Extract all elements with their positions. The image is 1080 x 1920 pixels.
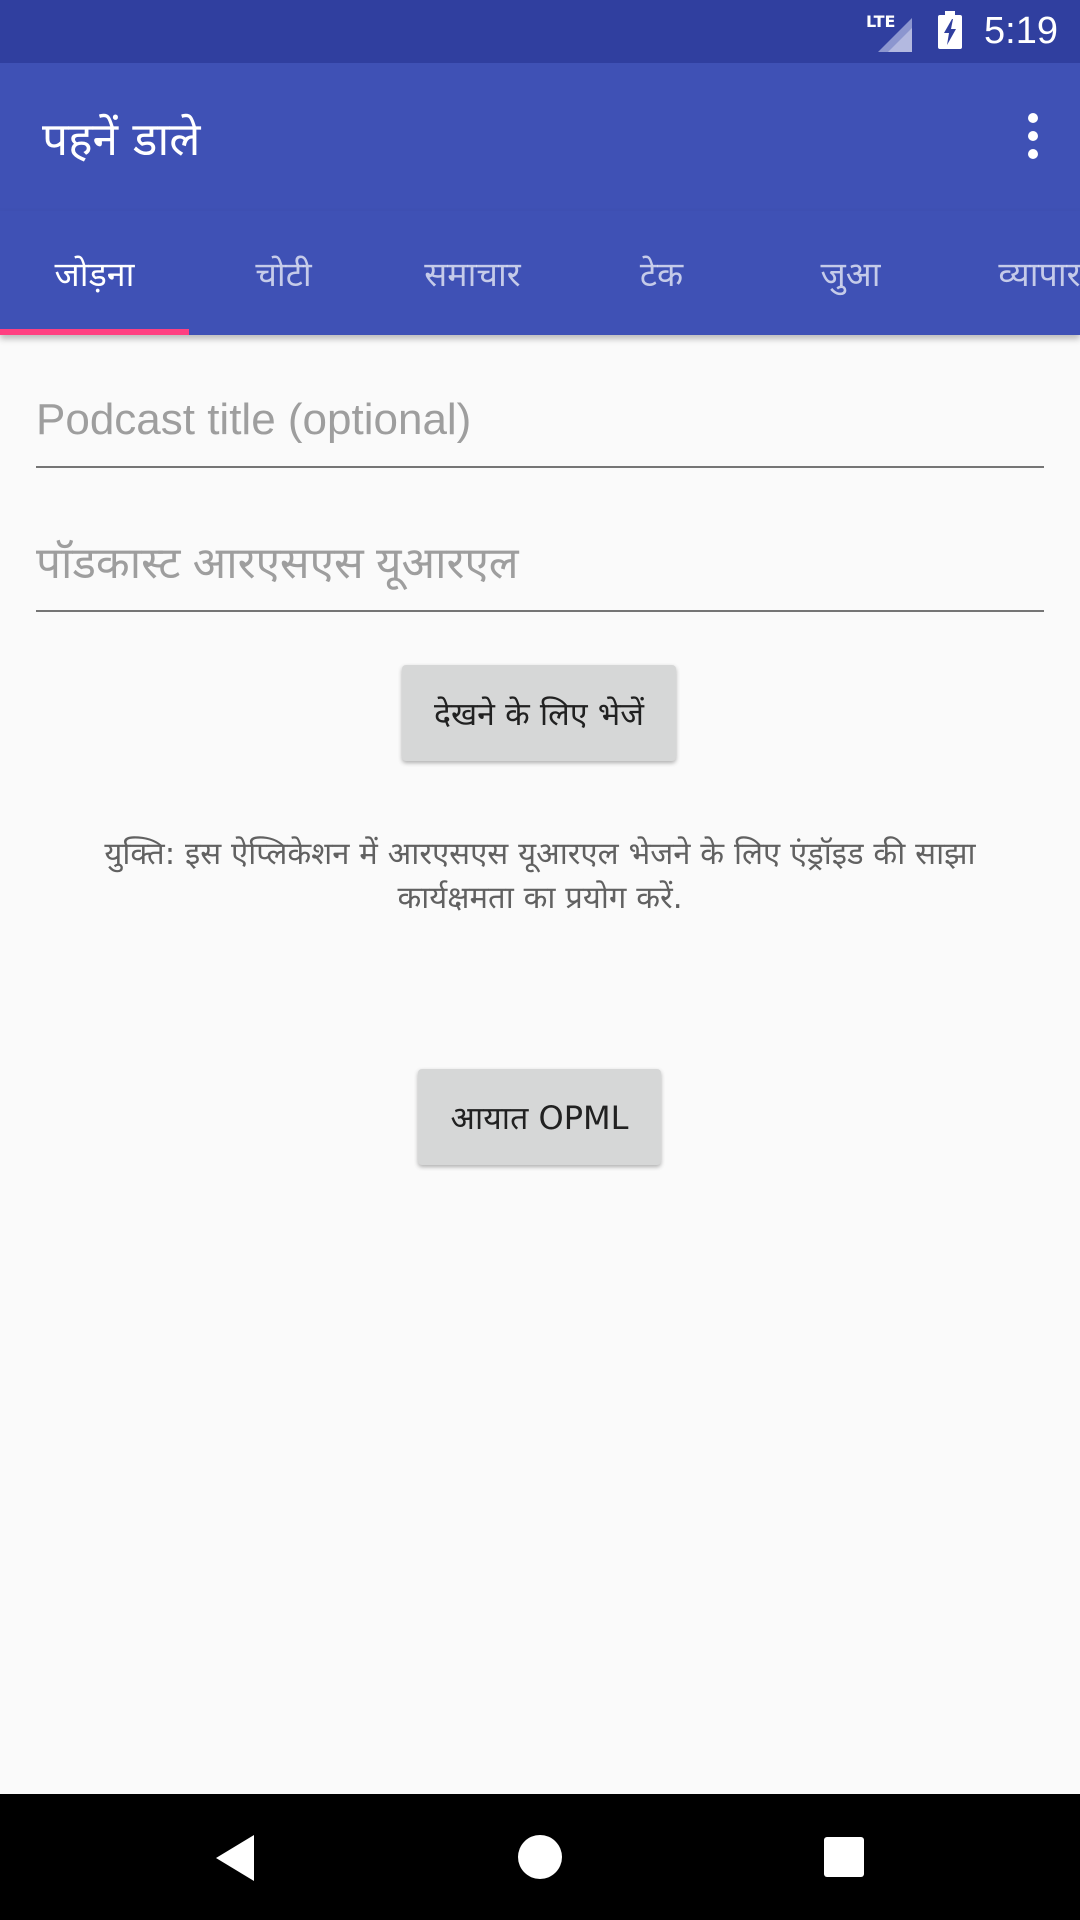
- podcast-title-input[interactable]: [36, 378, 1044, 462]
- tab-indicator: [0, 329, 189, 335]
- tab-gambling[interactable]: जुआ: [756, 211, 945, 335]
- rss-url-input[interactable]: [36, 522, 1044, 606]
- status-icons: LTE 5:19: [866, 0, 1058, 63]
- tab-add[interactable]: जोड़ना: [0, 211, 189, 335]
- recents-icon[interactable]: [824, 1837, 864, 1877]
- overflow-menu-icon[interactable]: [1022, 113, 1044, 159]
- app-title: पहनें डाले: [42, 112, 201, 166]
- rss-url-underline: [36, 610, 1044, 612]
- import-opml-button[interactable]: आयात OPML: [418, 1069, 661, 1165]
- home-icon[interactable]: [518, 1835, 562, 1879]
- category-tabs: जोड़ना चोटी समाचार टेक जुआ व्यापार: [0, 211, 1080, 335]
- app-toolbar: पहनें डाले: [0, 63, 1080, 211]
- battery-charging-icon: [938, 10, 963, 53]
- tab-business[interactable]: व्यापार: [945, 211, 1080, 335]
- rss-url-field: [36, 522, 1044, 612]
- tab-tech[interactable]: टेक: [567, 211, 756, 335]
- podcast-title-underline: [36, 466, 1044, 468]
- back-icon[interactable]: [216, 1835, 256, 1881]
- system-navbar: [0, 1794, 1080, 1920]
- status-bar: LTE 5:19: [0, 0, 1080, 63]
- send-to-view-button[interactable]: देखने के लिए भेजें: [402, 665, 676, 761]
- lte-signal-icon: LTE: [866, 12, 914, 52]
- podcast-title-field: [36, 378, 1044, 468]
- tab-top[interactable]: चोटी: [189, 211, 378, 335]
- tab-news[interactable]: समाचार: [378, 211, 567, 335]
- hint-text: युक्ति: इस ऐप्लिकेशन में आरएसएस यूआरएल भ…: [104, 836, 976, 916]
- clock: 5:19: [984, 10, 1058, 52]
